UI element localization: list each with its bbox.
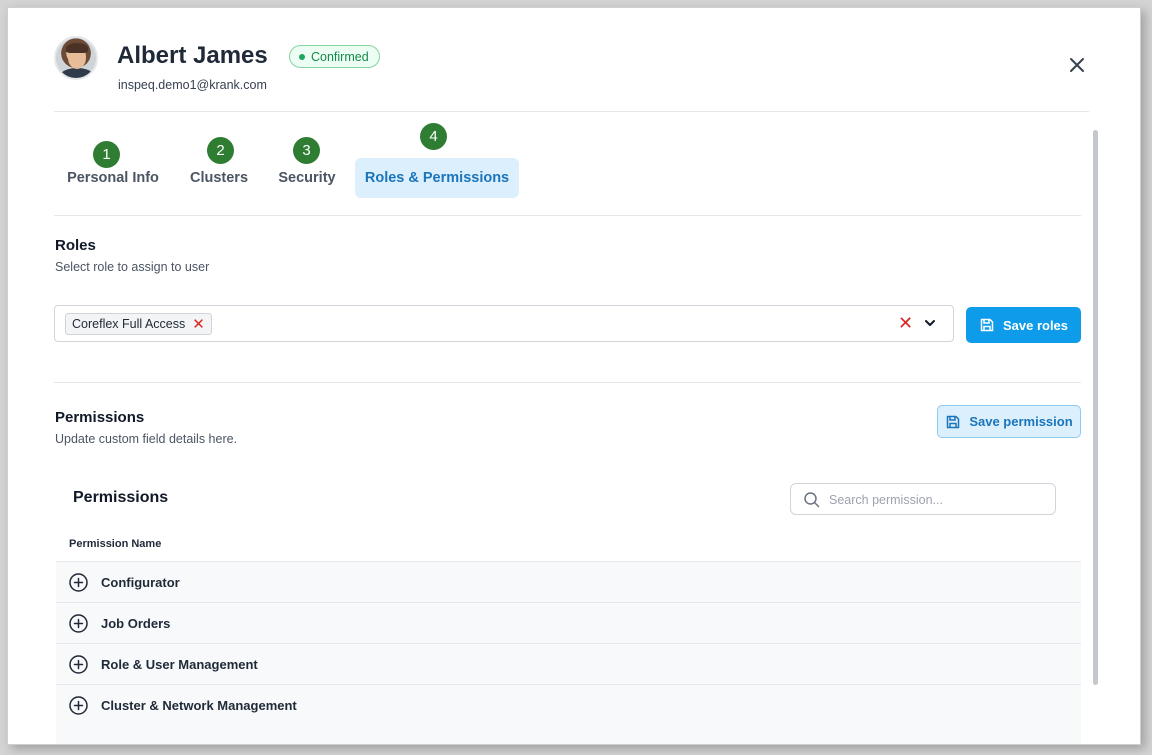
status-badge: Confirmed [289, 45, 380, 68]
row-label: Configurator [101, 574, 180, 590]
permission-search [790, 483, 1056, 515]
tab-personal-info[interactable]: Personal Info [54, 158, 172, 198]
table-row[interactable]: Role & User Management [56, 643, 1081, 684]
clear-icon[interactable]: ✕ [898, 313, 913, 334]
roles-subtitle: Select role to assign to user [55, 260, 210, 274]
plus-circle-icon[interactable] [68, 572, 89, 593]
modal-header: Albert James Confirmed inspeq.demo1@kran… [8, 8, 1140, 112]
roles-multiselect[interactable]: Coreflex Full Access ✕ ✕ [54, 305, 954, 342]
role-chip-label: Coreflex Full Access [72, 317, 186, 331]
save-roles-button[interactable]: Save roles [966, 307, 1081, 343]
tab-roles-permissions[interactable]: Roles & Permissions [355, 158, 519, 198]
step-badge-4: 4 [420, 123, 447, 150]
permissions-title: Permissions [55, 409, 145, 426]
close-button[interactable] [1066, 54, 1088, 76]
status-label: Confirmed [311, 49, 369, 64]
tab-clusters[interactable]: Clusters [180, 158, 258, 198]
scrollbar[interactable] [1093, 130, 1098, 685]
plus-circle-icon[interactable] [68, 654, 89, 675]
chevron-down-icon[interactable] [922, 315, 938, 331]
plus-circle-icon[interactable] [68, 695, 89, 716]
row-label: Role & User Management [101, 656, 258, 672]
permissions-subtitle: Update custom field details here. [55, 432, 238, 446]
permissions-table-title: Permissions [73, 489, 169, 506]
divider [54, 215, 1081, 216]
permissions-table: Configurator Job Orders Role & User Mana… [56, 561, 1081, 744]
save-roles-label: Save roles [1002, 317, 1069, 333]
table-row[interactable]: Job Orders [56, 602, 1081, 643]
roles-title: Roles [55, 237, 96, 254]
close-icon [1070, 58, 1084, 72]
row-label: Cluster & Network Management [101, 697, 297, 713]
user-detail-modal: Albert James Confirmed inspeq.demo1@kran… [7, 7, 1141, 745]
divider [54, 382, 1081, 383]
column-header-permission-name: Permission Name [69, 538, 162, 550]
search-input[interactable] [829, 490, 1044, 509]
floppy-disk-icon [947, 415, 960, 428]
table-row[interactable]: Cluster & Network Management [56, 684, 1081, 725]
table-row[interactable]: Configurator [56, 561, 1081, 602]
remove-icon[interactable]: ✕ [192, 315, 205, 333]
role-chip: Coreflex Full Access ✕ [65, 313, 212, 335]
status-dot-icon [299, 53, 305, 60]
row-label: Job Orders [101, 615, 171, 631]
divider [54, 111, 1089, 112]
avatar [54, 36, 98, 80]
tab-security[interactable]: Security [270, 158, 344, 198]
floppy-disk-icon [980, 318, 994, 332]
search-icon [804, 492, 820, 508]
user-email: inspeq.demo1@krank.com [118, 78, 267, 92]
user-name: Albert James [117, 42, 268, 69]
save-permission-button[interactable]: Save permission [937, 405, 1081, 438]
save-permission-label: Save permission [969, 414, 1073, 429]
plus-circle-icon[interactable] [68, 613, 89, 634]
